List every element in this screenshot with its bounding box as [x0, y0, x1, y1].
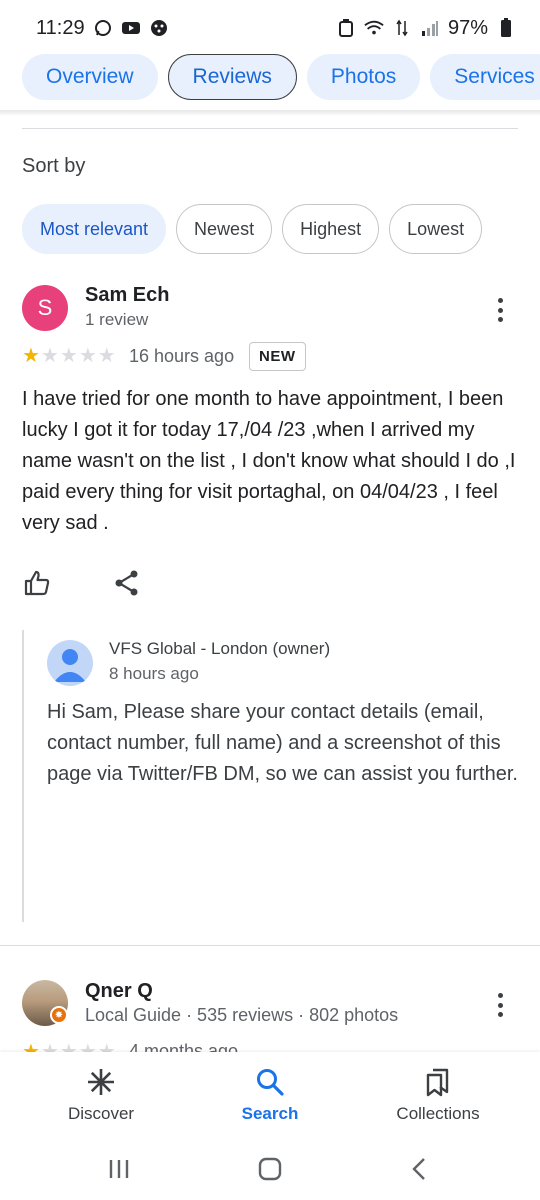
tab-overview[interactable]: Overview	[22, 54, 158, 100]
nav-label: Search	[241, 1104, 299, 1123]
owner-reply-time: 8 hours ago	[109, 664, 199, 683]
battery-level: 97%	[447, 16, 488, 39]
reply-indent-bar	[22, 630, 24, 922]
more-options-icon[interactable]	[488, 295, 512, 325]
review-text: I have tried for one month to have appoi…	[22, 388, 516, 534]
review-time: 16 hours ago	[129, 346, 235, 366]
bottom-navigation: Discover Search Collections	[0, 1052, 540, 1142]
sort-chip-highest[interactable]: Highest	[282, 204, 380, 254]
asterisk-icon	[88, 1069, 114, 1095]
star-rating: ★ ★ ★ ★ ★	[22, 346, 116, 366]
star-icon: ★	[97, 345, 116, 367]
reviewer-name[interactable]: Sam Ech	[85, 284, 169, 307]
owner-reply-text: Hi Sam, Please share your contact detail…	[47, 701, 518, 785]
signal-icon	[420, 18, 440, 38]
tab-reviews[interactable]: Reviews	[167, 54, 297, 100]
youtube-icon	[121, 18, 141, 38]
owner-name: VFS Global - London (owner)	[109, 639, 331, 658]
search-icon	[257, 1069, 284, 1096]
sort-chips: Most relevant Newest Highest Lowest	[22, 204, 483, 254]
sort-label: Sort by	[22, 155, 86, 177]
more-options-icon[interactable]	[488, 990, 512, 1020]
owner-avatar	[47, 640, 93, 686]
bookmarks-icon	[426, 1068, 449, 1097]
divider	[0, 945, 540, 946]
nav-label: Discover	[67, 1104, 135, 1123]
reviewer-name[interactable]: Qner Q	[85, 980, 153, 1003]
star-icon: ★	[78, 345, 97, 367]
reviewer-meta: 1 review	[85, 310, 149, 329]
star-icon: ★	[22, 345, 40, 367]
avatar[interactable]: S	[22, 285, 68, 331]
like-icon[interactable]	[22, 568, 52, 598]
whatsapp-icon	[93, 18, 113, 38]
sort-chip-lowest[interactable]: Lowest	[389, 204, 483, 254]
nav-collections[interactable]: Collections	[358, 1066, 518, 1124]
back-icon[interactable]	[405, 1154, 435, 1184]
share-icon[interactable]	[112, 568, 142, 598]
tab-services[interactable]: Services	[430, 54, 540, 100]
system-navigation	[0, 1142, 540, 1200]
nav-label: Collections	[396, 1104, 480, 1123]
divider	[22, 128, 518, 129]
alarm-icon	[336, 18, 356, 38]
place-tabs: Overview Reviews Photos Services	[0, 54, 540, 112]
home-icon[interactable]	[255, 1154, 285, 1184]
star-icon: ★	[40, 345, 59, 367]
local-guide-badge-icon: ✸	[50, 1006, 68, 1024]
battery-icon	[496, 18, 516, 38]
status-bar: 11:29 97%	[0, 0, 540, 56]
tab-photos[interactable]: Photos	[306, 54, 421, 100]
new-badge: NEW	[249, 342, 306, 371]
recent-apps-icon[interactable]	[104, 1154, 134, 1184]
reviewer-meta: Local Guide · 535 reviews · 802 photos	[85, 1005, 399, 1025]
status-time: 11:29	[36, 16, 85, 39]
sort-chip-newest[interactable]: Newest	[176, 204, 273, 254]
app-icon	[149, 18, 169, 38]
sort-chip-most-relevant[interactable]: Most relevant	[22, 204, 167, 254]
avatar-letter: S	[37, 295, 53, 320]
tabs-shadow	[0, 110, 540, 116]
wifi-icon	[364, 18, 384, 38]
nav-search[interactable]: Search	[190, 1066, 350, 1124]
data-arrows-icon	[392, 18, 412, 38]
star-icon: ★	[59, 345, 78, 367]
nav-discover[interactable]: Discover	[21, 1066, 181, 1124]
